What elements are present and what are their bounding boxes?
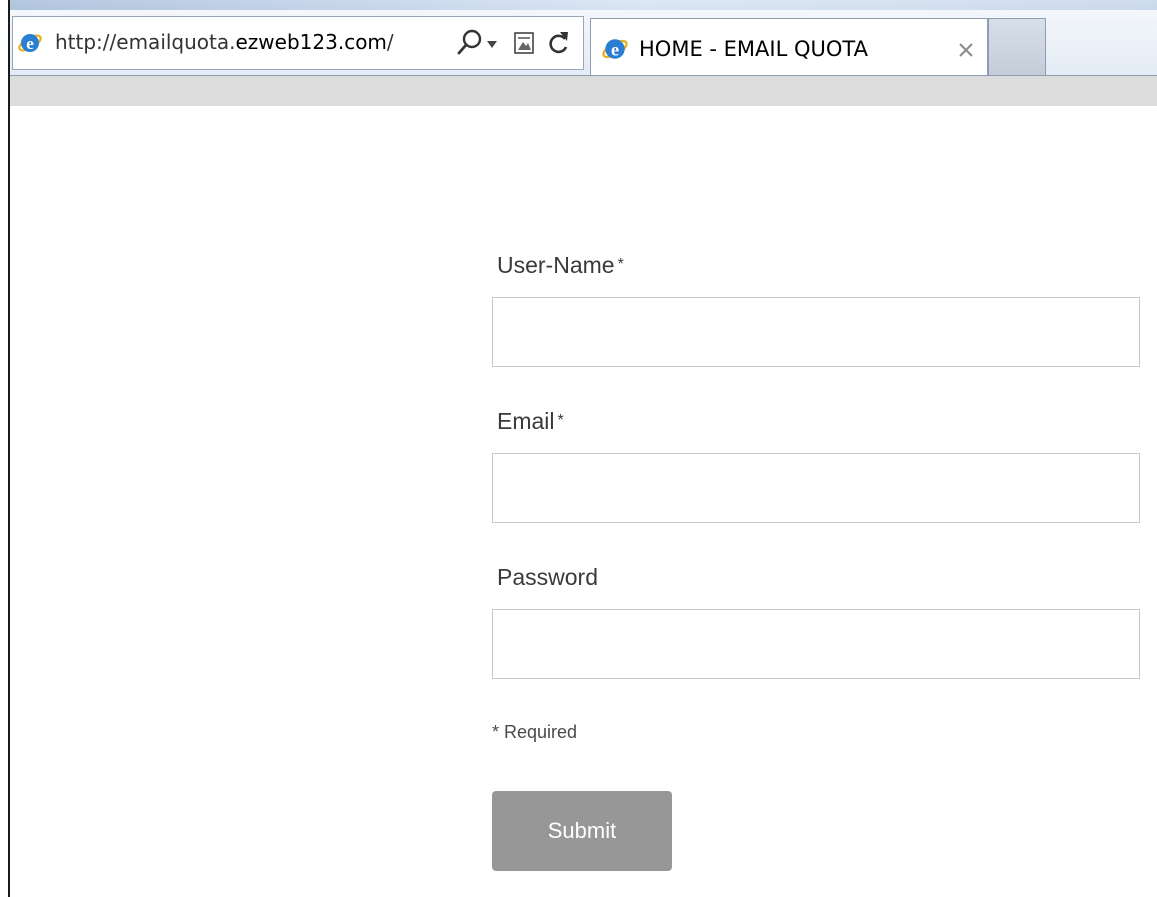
password-label: Password bbox=[497, 564, 598, 590]
new-tab-button[interactable] bbox=[988, 18, 1046, 76]
url-prefix: http://emailquota. bbox=[55, 30, 236, 54]
command-bar bbox=[10, 76, 1157, 106]
username-input[interactable] bbox=[492, 297, 1140, 367]
svg-text:e: e bbox=[611, 39, 619, 59]
required-note: * Required bbox=[492, 722, 578, 742]
email-label-text: Email bbox=[497, 408, 555, 434]
username-label-text: User-Name bbox=[497, 252, 615, 278]
title-bar-glass bbox=[10, 0, 1157, 10]
tab-home-email-quota[interactable]: e HOME - EMAIL QUOTA bbox=[590, 18, 988, 76]
username-label: User-Name * bbox=[497, 252, 624, 279]
browser-toolbar: e http://emailquota.ezweb123.com/ e HOME… bbox=[10, 0, 1157, 76]
url-suffix: / bbox=[386, 30, 394, 54]
url-text[interactable]: http://emailquota.ezweb123.com/ bbox=[55, 30, 394, 54]
search-icon[interactable] bbox=[457, 28, 483, 58]
email-label: Email * bbox=[497, 408, 564, 435]
url-domain: ezweb123.com bbox=[235, 30, 387, 54]
internet-explorer-icon: e bbox=[602, 39, 628, 59]
refresh-icon[interactable] bbox=[545, 29, 571, 57]
submit-button[interactable]: Submit bbox=[492, 791, 672, 871]
chevron-down-icon[interactable] bbox=[487, 41, 497, 49]
password-input[interactable] bbox=[492, 609, 1140, 679]
svg-text:e: e bbox=[26, 34, 34, 53]
internet-explorer-icon: e bbox=[18, 34, 42, 53]
required-asterisk: * bbox=[617, 256, 624, 273]
close-icon[interactable] bbox=[955, 39, 977, 61]
required-asterisk: * bbox=[557, 412, 564, 429]
email-input[interactable] bbox=[492, 453, 1140, 523]
tab-title: HOME - EMAIL QUOTA bbox=[639, 37, 868, 61]
compatibility-view-icon[interactable] bbox=[513, 30, 537, 56]
browser-window: e http://emailquota.ezweb123.com/ e HOME… bbox=[0, 0, 1157, 897]
window-border bbox=[8, 0, 10, 897]
address-bar[interactable]: e http://emailquota.ezweb123.com/ bbox=[12, 16, 584, 70]
